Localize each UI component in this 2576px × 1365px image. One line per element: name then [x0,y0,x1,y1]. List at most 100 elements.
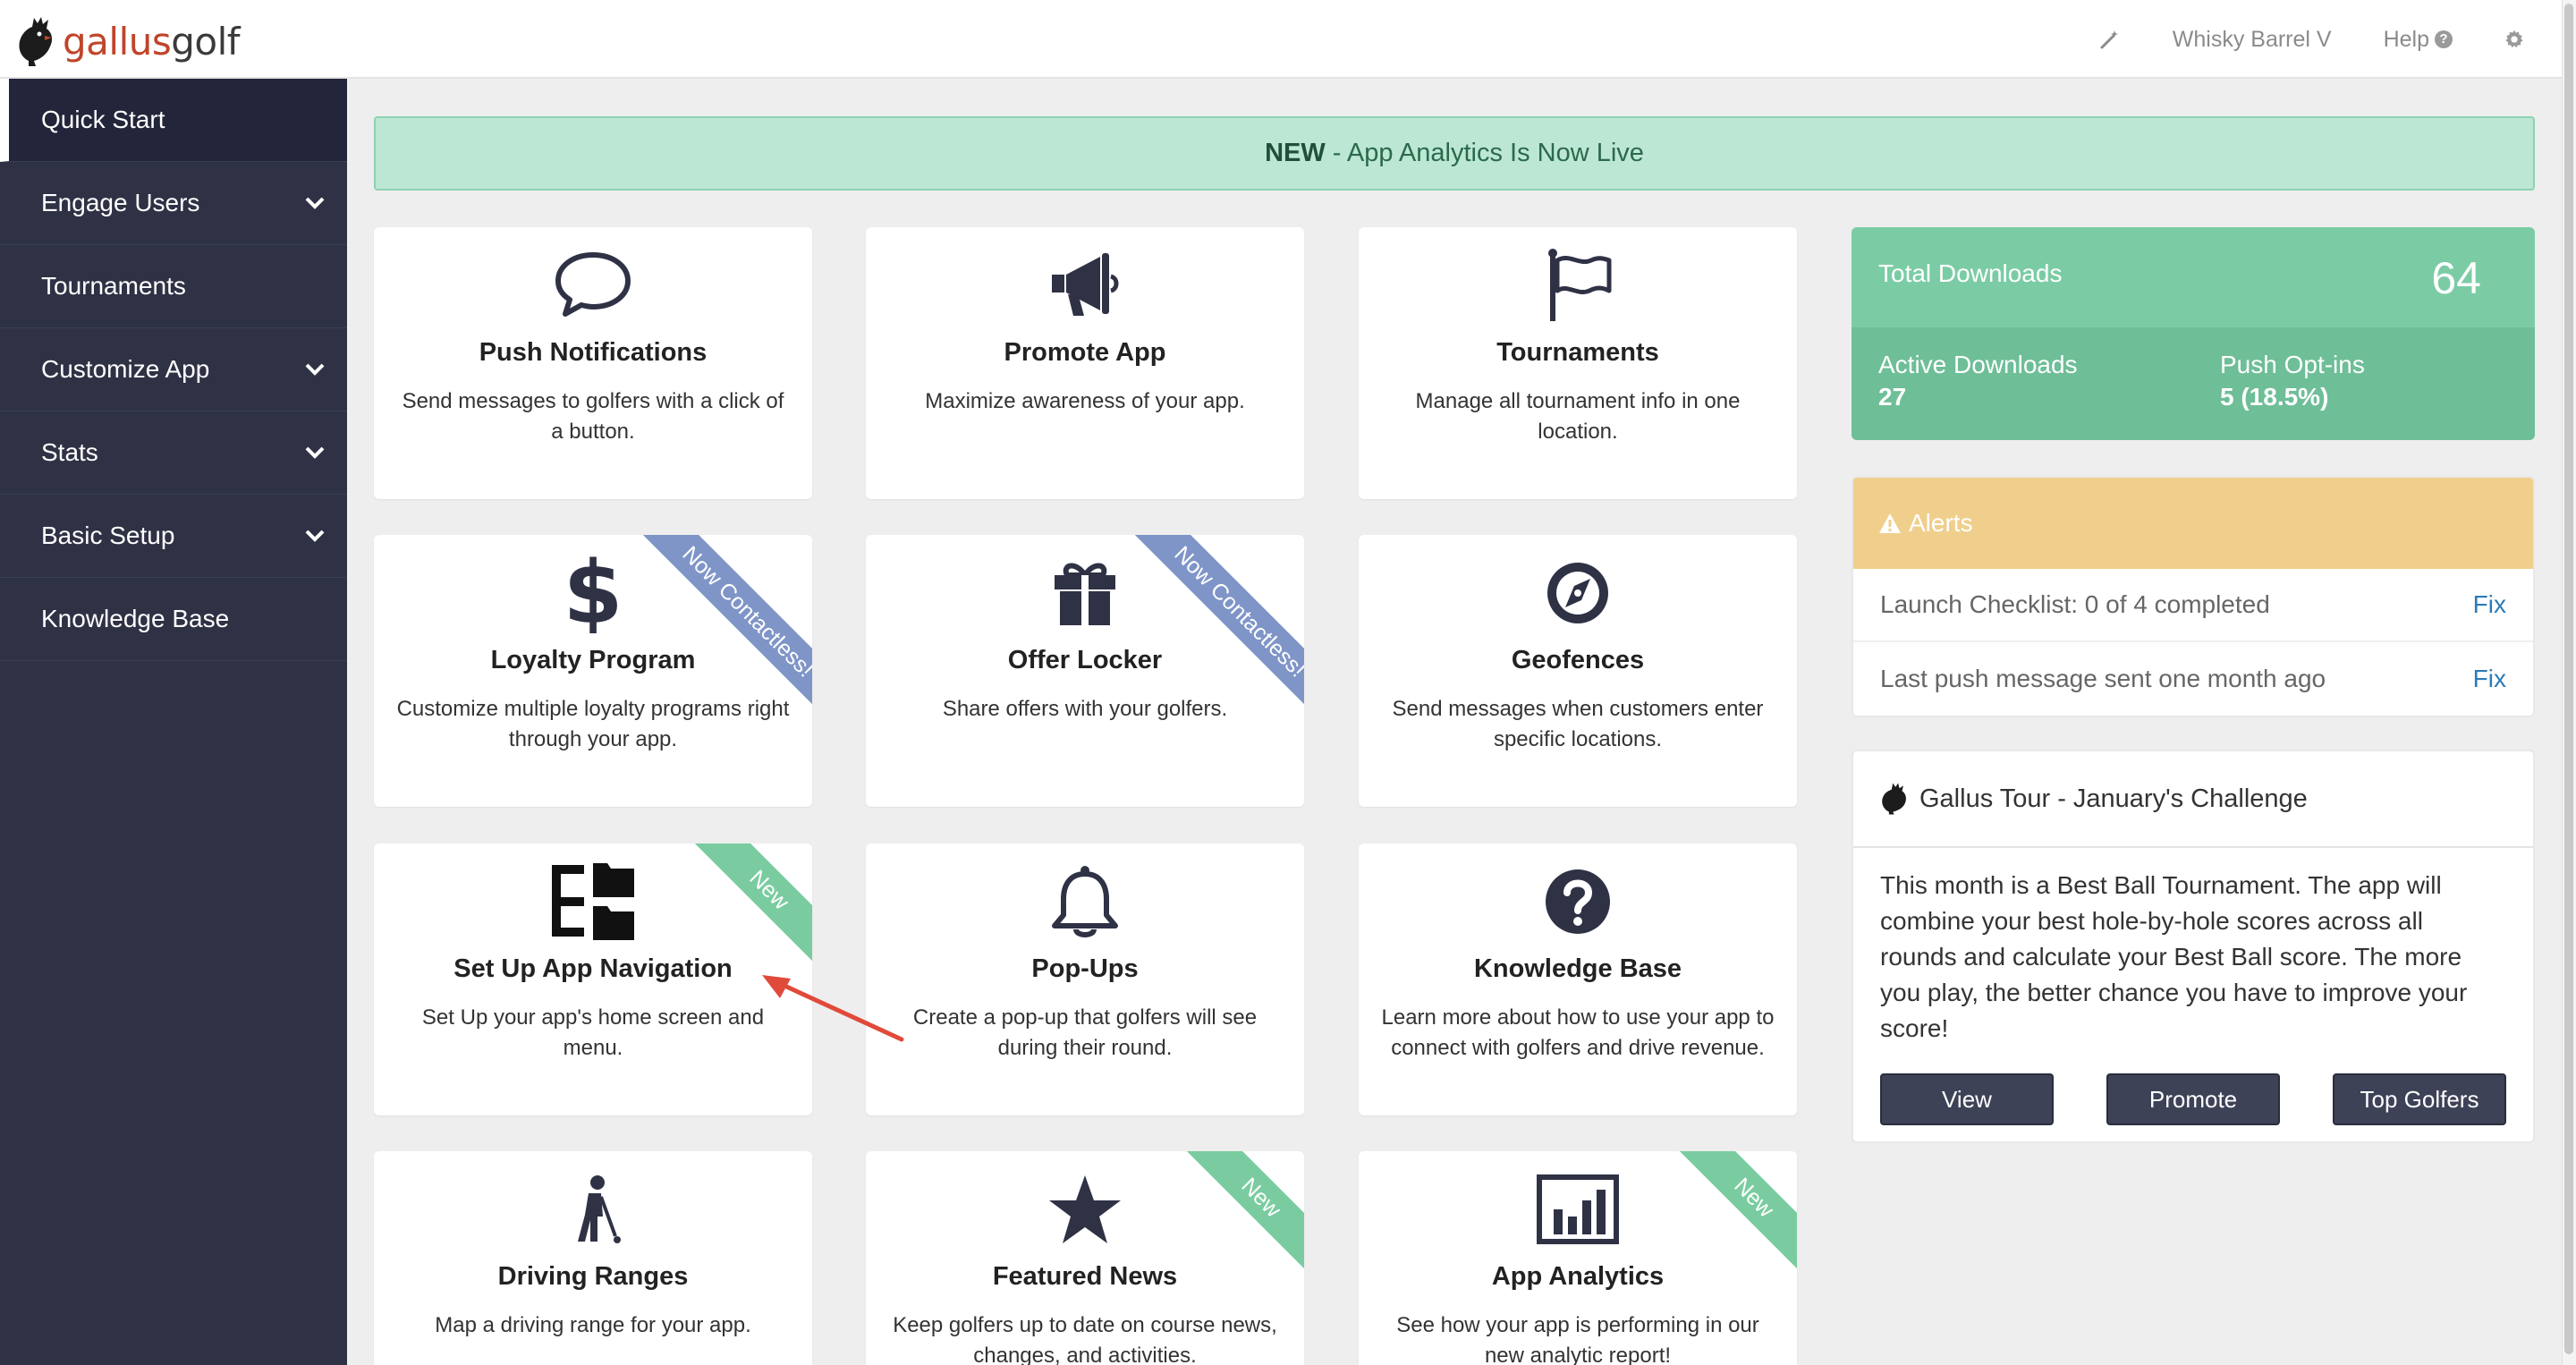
sidebar-item-label: Tournaments [41,272,186,300]
card-title: Pop-Ups [1031,954,1139,983]
warning-icon [1879,513,1901,533]
alert-row: Launch Checklist: 0 of 4 completed Fix [1853,569,2533,642]
card-pop-ups[interactable]: Pop-Ups Create a pop-up that golfers wil… [866,844,1304,1115]
sidebar-item-label: Basic Setup [41,521,175,549]
card-title: Loyalty Program [490,646,696,674]
dollar-icon: $ [566,553,620,633]
sidebar-item-customize-app[interactable]: Customize App [0,328,347,411]
logo-text-golf: golf [171,19,241,64]
chevron-down-icon [305,363,325,376]
card-app-analytics[interactable]: App Analytics See how your app is perfor… [1359,1151,1797,1365]
alert-text: Last push message sent one month ago [1880,665,2326,692]
sidebar-item-label: Quick Start [41,106,165,133]
sidebar-item-quick-start[interactable]: Quick Start [0,79,347,162]
card-featured-news[interactable]: Featured News Keep golfers up to date on… [866,1151,1304,1365]
chevron-down-icon [305,530,325,542]
annotation-arrow [762,975,904,1042]
view-button[interactable]: View [1880,1073,2054,1125]
bell-icon [1052,866,1118,937]
card-description: Set Up your app's home screen and menu. [421,1005,765,1060]
card-title: Offer Locker [1007,646,1163,674]
card-description: Maximize awareness of your app. [925,389,1245,413]
card-loyalty-program[interactable]: $ Loyalty Program Customize multiple loy… [374,535,812,807]
fix-link[interactable]: Fix [2473,590,2506,619]
alert-text: Launch Checklist: 0 of 4 completed [1880,590,2270,618]
gallus-golf-logo[interactable]: gallusgolf [14,14,241,68]
sidebar-item-knowledge-base[interactable]: Knowledge Base [0,578,347,661]
sidebar-item-stats[interactable]: Stats [0,411,347,495]
sidebar-item-tournaments[interactable]: Tournaments [0,245,347,328]
card-description: Learn more about how to use your app to … [1381,1005,1775,1060]
sidebar-item-label: Stats [41,438,98,466]
card-description: See how your app is performing in our ne… [1396,1313,1759,1365]
card-title: App Analytics [1491,1262,1665,1291]
downloads-stats-panel: Total Downloads 64 Active Downloads 27 P… [1852,227,2535,440]
gear-icon [2505,30,2523,48]
card-description: Manage all tournament info in one locati… [1415,389,1741,444]
tour-description: This month is a Best Ball Tournament. Th… [1880,871,2468,1042]
sitemap-icon [552,863,634,940]
announcement-banner[interactable]: NEW - App Analytics Is Now Live [374,116,2535,191]
push-opt-ins-label: Push Opt-ins [2220,351,2365,378]
banner-text: - App Analytics Is Now Live [1332,139,1644,167]
card-title: Promote App [1004,338,1166,367]
card-title: Set Up App Navigation [453,954,733,983]
card-title: Driving Ranges [497,1262,689,1291]
help-icon: ? [2435,30,2453,48]
active-downloads-value: 27 [1878,383,1907,411]
card-title: Tournaments [1496,338,1659,367]
rooster-icon [1882,783,1906,815]
card-title: Featured News [992,1262,1178,1291]
card-driving-ranges[interactable]: Driving Ranges Map a driving range for y… [374,1151,812,1365]
total-downloads-label: Total Downloads [1878,259,2063,287]
sidebar-item-engage-users[interactable]: Engage Users [0,162,347,245]
speech-bubble-icon [555,252,631,317]
help-label: Help [2383,26,2429,52]
push-opt-ins-value: 5 (18.5%) [2220,383,2329,411]
tour-title: Gallus Tour - January's Challenge [1919,784,2308,813]
fix-link[interactable]: Fix [2473,665,2506,693]
banner-new-label: NEW [1265,139,1326,167]
help-menu[interactable]: Help ? [2384,27,2453,53]
alerts-panel: Alerts Launch Checklist: 0 of 4 complete… [1852,476,2535,717]
golfer-icon [578,1175,621,1243]
card-push-notifications[interactable]: Push Notifications Send messages to golf… [374,227,812,499]
svg-text:$: $ [566,553,620,633]
bar-chart-icon [1537,1174,1619,1244]
account-menu[interactable]: Whisky Barrel V [2173,27,2332,53]
active-downloads-label: Active Downloads [1878,351,2078,378]
sidebar: Quick Start Engage Users Tournaments Cus… [0,79,347,1365]
magic-wand-button[interactable] [2099,29,2121,50]
total-downloads-value: 64 [2431,253,2481,303]
promote-button[interactable]: Promote [2106,1073,2280,1125]
card-knowledge-base[interactable]: Knowledge Base Learn more about how to u… [1359,844,1797,1115]
card-description: Send messages to golfers with a click of… [402,389,784,444]
sidebar-item-basic-setup[interactable]: Basic Setup [0,495,347,578]
page-scrollbar[interactable] [2562,0,2576,1365]
chevron-down-icon [305,446,325,459]
card-description: Share offers with your golfers. [942,697,1228,721]
card-offer-locker[interactable]: Offer Locker Share offers with your golf… [866,535,1304,807]
card-promote-app[interactable]: Promote App Maximize awareness of your a… [866,227,1304,499]
logo-text-gallus: gallus [63,19,172,64]
alerts-title: Alerts [1909,509,1973,537]
top-golfers-button[interactable]: Top Golfers [2333,1073,2506,1125]
star-icon [1049,1175,1121,1243]
megaphone-icon [1052,253,1119,316]
card-title: Geofences [1511,646,1645,674]
card-description: Keep golfers up to date on course news, … [893,1313,1277,1365]
flag-icon [1548,249,1612,321]
card-geofences[interactable]: Geofences Send messages when customers e… [1359,535,1797,807]
top-bar: gallusgolf Whisky Barrel V Help ? [0,0,2562,79]
card-description: Map a driving range for your app. [435,1313,751,1337]
card-set-up-app-navigation[interactable]: Set Up App Navigation Set Up your app's … [374,844,812,1115]
card-description: Customize multiple loyalty programs righ… [396,697,790,751]
settings-button[interactable] [2504,30,2524,49]
question-circle-icon [1546,869,1610,934]
card-tournaments[interactable]: Tournaments Manage all tournament info i… [1359,227,1797,499]
card-description: Create a pop-up that golfers will see du… [912,1005,1258,1060]
sidebar-item-label: Engage Users [41,189,200,216]
scrollbar-thumb[interactable] [2564,4,2573,1354]
chevron-down-icon [305,197,325,209]
alert-row: Last push message sent one month ago Fix [1853,642,2533,716]
